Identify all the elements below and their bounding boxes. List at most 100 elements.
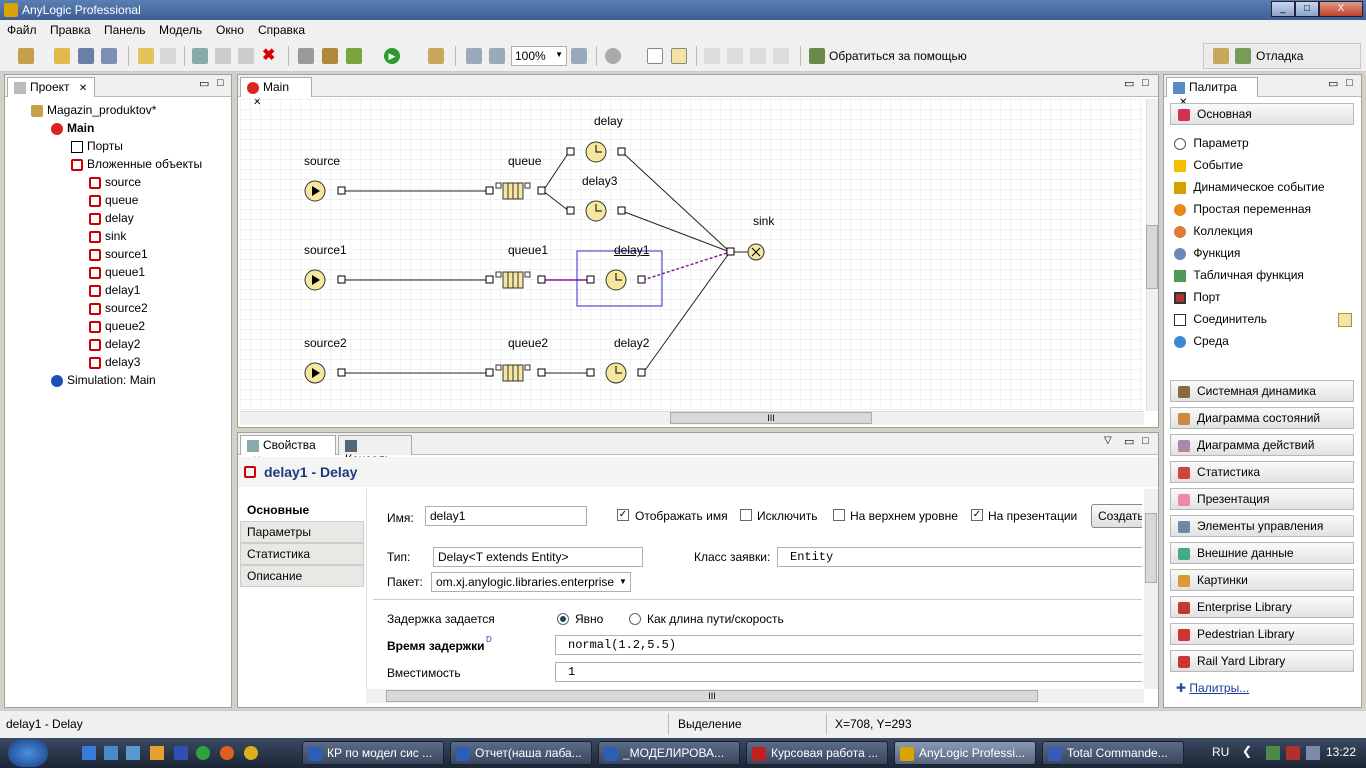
port-icon[interactable] [337,186,346,195]
quicklaunch-icon[interactable] [82,746,96,760]
palette-group-controls[interactable]: Элементы управления [1170,515,1354,537]
port-icon[interactable] [637,275,646,284]
taskbar-item-anylogic[interactable]: AnyLogic Professi... [894,741,1036,765]
port-icon[interactable] [485,186,494,195]
zoom-fit-icon[interactable] [466,48,482,64]
palette-group-statechart[interactable]: Диаграмма состояний [1170,407,1354,429]
port-icon[interactable] [337,275,346,284]
radio-path-speed[interactable] [629,613,641,625]
open-icon[interactable] [54,48,70,64]
port-icon[interactable] [485,368,494,377]
palette-item-connector[interactable]: Соединитель [1174,312,1356,327]
clock[interactable]: 13:22 [1326,745,1356,759]
tree-item-ports[interactable]: Порты [31,137,202,155]
palette-group-enterprise[interactable]: Enterprise Library [1170,596,1354,618]
palette-group-stats[interactable]: Статистика [1170,461,1354,483]
align-center-icon[interactable] [727,48,743,64]
editor-vscroll-thumb[interactable] [1146,225,1158,289]
tab-properties[interactable]: Свойства ✕ [240,435,336,466]
tab-palette[interactable]: Палитра ✕ [1166,77,1258,108]
open-perspective-icon[interactable] [1213,48,1229,64]
tab-main[interactable]: Main ✕ [240,77,312,108]
align-top-icon[interactable] [773,48,789,64]
capacity-input[interactable]: 1 [555,662,1142,682]
taskbar-item-pdf[interactable]: Курсовая работа ... [746,741,888,765]
port-icon[interactable] [524,364,531,371]
minimize-view-icon[interactable]: ▭ [199,77,209,90]
build-icon[interactable] [298,48,314,64]
start-button[interactable] [8,739,48,767]
palette-item-event[interactable]: Событие [1174,158,1243,172]
palette-item-dynamic-event[interactable]: Динамическое событие [1174,180,1325,194]
diagram-canvas[interactable] [240,99,1142,411]
tab-project[interactable]: Проект ✕ [7,77,95,97]
port-icon[interactable] [537,275,546,284]
port-icon[interactable] [617,206,626,215]
menu-panel[interactable]: Панель [104,23,145,37]
port-icon[interactable] [337,368,346,377]
perspective-label[interactable]: Отладка [1256,49,1303,63]
tray-icon[interactable] [1286,746,1300,760]
palette-group-sd[interactable]: Системная динамика [1170,380,1354,402]
taskbar-item-word[interactable]: КР по модел сис ... [302,741,444,765]
tray-icon[interactable] [1266,746,1280,760]
debug-icon[interactable] [346,48,362,64]
palette-item-environment[interactable]: Среда [1174,334,1229,348]
zoom-in-icon[interactable] [571,48,587,64]
quicklaunch-icon[interactable] [104,746,118,760]
minimize-view-icon[interactable]: ▭ [1328,77,1338,90]
undo-icon[interactable] [138,48,154,64]
port-icon[interactable] [726,247,735,256]
port-icon[interactable] [586,275,595,284]
create-button[interactable]: Создать [1091,504,1142,528]
quicklaunch-icon[interactable] [196,746,210,760]
palette-item-parameter[interactable]: Параметр [1174,136,1249,150]
palette-item-collection[interactable]: Коллекция [1174,224,1253,238]
align-left-icon[interactable] [704,48,720,64]
tree-item-main[interactable]: Main [31,119,202,137]
grid-icon[interactable] [647,48,663,64]
palette-group-railyard[interactable]: Rail Yard Library [1170,650,1354,672]
properties-vscroll-thumb[interactable] [1145,513,1157,583]
taskbar-item-totalcmd[interactable]: Total Commande... [1042,741,1184,765]
type-field[interactable]: Delay<T extends Entity> [433,547,643,567]
palette-group-external[interactable]: Внешние данные [1170,542,1354,564]
maximize-button[interactable]: □ [1295,1,1319,17]
tab-console[interactable]: Консоль [338,435,412,466]
chevron-left-icon[interactable]: ❮ [1242,744,1252,758]
taskbar-item-word[interactable]: _МОДЕЛИРОВА... [598,741,740,765]
palette-item-function[interactable]: Функция [1174,246,1240,260]
zoom-back-icon[interactable] [489,48,505,64]
top-level-checkbox[interactable] [833,509,845,521]
palette-group-pictures[interactable]: Картинки [1170,569,1354,591]
delete-icon[interactable]: ✖ [262,48,275,64]
tree-item-embedded[interactable]: Вложенные объекты [31,155,202,173]
tree-item-delay2[interactable]: delay2 [31,335,202,353]
tree-item-source[interactable]: source [31,173,202,191]
quicklaunch-icon[interactable] [174,746,188,760]
wand-icon[interactable] [428,48,444,64]
delay-time-input[interactable]: normal(1.2,5.5) [555,635,1142,655]
exclude-checkbox[interactable] [740,509,752,521]
port-icon[interactable] [495,271,502,278]
language-indicator[interactable]: RU [1212,745,1229,759]
menu-model[interactable]: Модель [159,23,202,37]
pencil-icon[interactable] [1338,313,1352,327]
properties-hscroll-thumb[interactable]: III [386,690,1038,702]
radio-explicit[interactable] [557,613,569,625]
firefox-icon[interactable] [220,746,234,760]
tree-item-queue1[interactable]: queue1 [31,263,202,281]
port-icon[interactable] [617,147,626,156]
more-palettes-link[interactable]: ✚ Палитры... [1176,681,1249,695]
quicklaunch-icon[interactable] [126,746,140,760]
maximize-view-icon[interactable]: □ [1142,77,1149,89]
port-icon[interactable] [495,182,502,189]
save-all-icon[interactable] [101,48,117,64]
menu-help[interactable]: Справка [258,23,305,37]
taskbar-item-word[interactable]: Отчет(наша лаба... [450,741,592,765]
entity-class-field[interactable]: Entity [777,547,1142,567]
close-icon[interactable]: ✕ [79,83,87,94]
build-all-icon[interactable] [322,48,338,64]
show-name-checkbox[interactable]: ✓ [617,509,629,521]
minimize-button[interactable]: _ [1271,1,1295,17]
